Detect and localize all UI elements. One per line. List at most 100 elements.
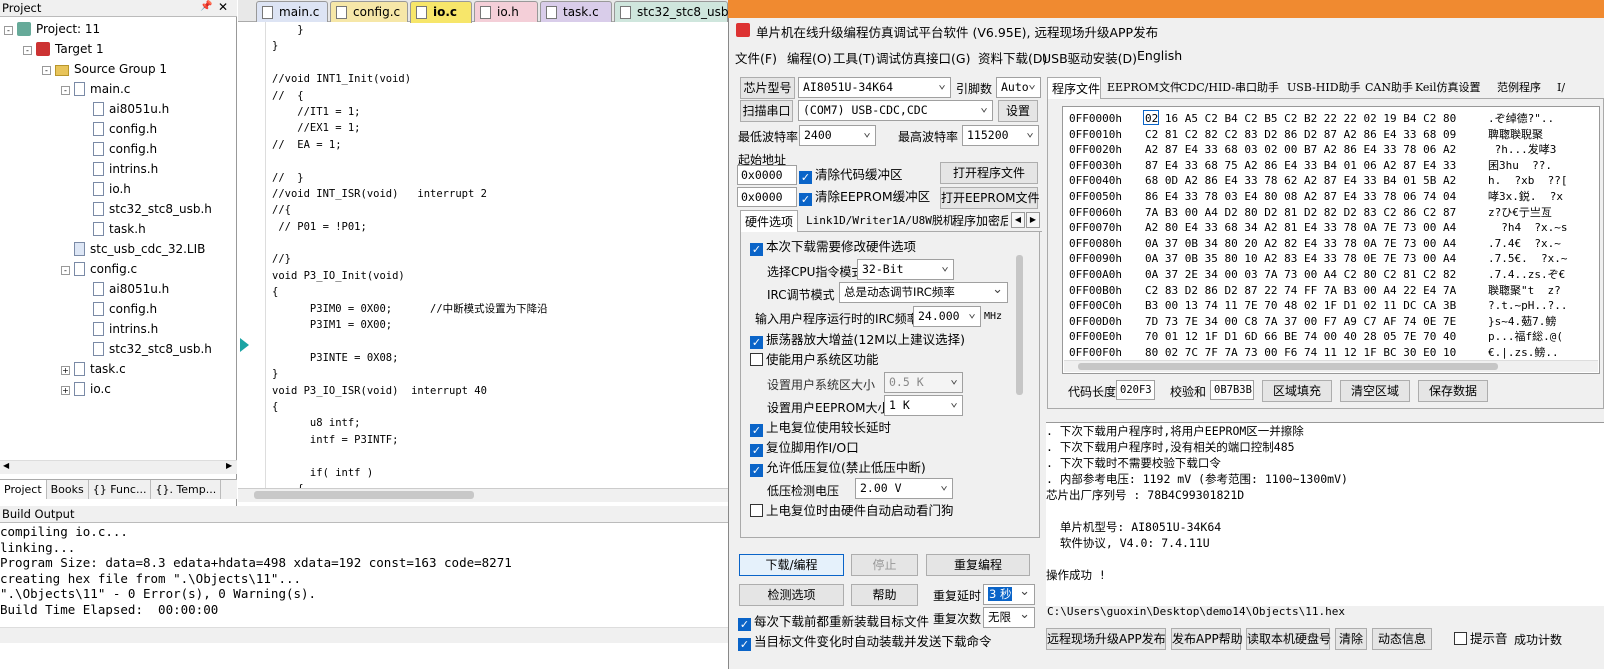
panel-tab[interactable]: Project <box>0 480 47 499</box>
right-tab[interactable]: Keil仿真设置 <box>1411 77 1491 99</box>
right-tab[interactable]: CAN助手 <box>1361 77 1413 99</box>
user-sys-checkbox[interactable]: 使能用户系统区功能 <box>750 352 879 368</box>
editor-tab[interactable]: main.c <box>256 1 328 22</box>
tree-item[interactable]: - Project: 11 <box>4 19 236 39</box>
tree-item[interactable]: config.h <box>4 119 236 139</box>
right-tab[interactable]: 程序文件 <box>1047 77 1101 99</box>
bottom-button[interactable]: 清除 <box>1335 628 1367 650</box>
bottom-button[interactable]: 动态信息 <box>1372 628 1432 650</box>
tab-scroll-left-icon[interactable]: ◀ <box>1011 212 1025 228</box>
osc-gain-checkbox[interactable]: ✓ 振荡器放大增益(12M以上建议选择) <box>750 332 965 349</box>
reprogram-button[interactable]: 重复编程 <box>926 554 1030 576</box>
check-options-button[interactable]: 检测选项 <box>739 584 844 606</box>
long-reset-checkbox[interactable]: ✓ 上电复位使用较长延时 <box>750 420 891 437</box>
editor-tab[interactable]: stc32_stc8_usb.h <box>614 1 740 22</box>
save-data-button[interactable]: 保存数据 <box>1418 380 1488 402</box>
start-address-input-1[interactable]: 0x0000 <box>737 165 797 185</box>
low-volt-select[interactable]: 2.00 V <box>855 478 953 499</box>
editor-hscroll[interactable] <box>238 488 728 502</box>
watchdog-checkbox[interactable]: 上电复位时由硬件自动启动看门狗 <box>750 503 954 519</box>
tree-item[interactable]: config.h <box>4 299 236 319</box>
stop-button[interactable]: 停止 <box>851 554 918 576</box>
panel-tab[interactable]: {}. Temp... <box>151 480 222 499</box>
tree-item[interactable]: config.h <box>4 139 236 159</box>
editor-tab[interactable]: io.c <box>410 1 472 23</box>
tree-item[interactable]: intrins.h <box>4 159 236 179</box>
open-program-file-button[interactable]: 打开程序文件 <box>940 162 1038 184</box>
chip-type-select[interactable]: AI8051U-34K64 <box>798 77 951 98</box>
repeat-count-select[interactable]: 无限 <box>983 607 1035 628</box>
start-address-input-2[interactable]: 0x0000 <box>737 187 797 207</box>
low-volt-reset-checkbox[interactable]: ✓ 允许低压复位(禁止低压中断) <box>750 460 926 477</box>
open-eeprom-file-button[interactable]: 打开EEPROM文件 <box>940 187 1040 209</box>
tree-item[interactable]: io.h <box>4 179 236 199</box>
right-tab[interactable]: I/ <box>1553 77 1573 99</box>
menu-item[interactable]: 调试仿真接口(G) <box>876 48 970 67</box>
chip-type-button[interactable]: 芯片型号 <box>740 77 795 99</box>
close-icon[interactable]: ✕ <box>218 0 228 14</box>
menu-item[interactable]: 文件(F) <box>735 48 777 67</box>
pin-count-select[interactable]: Auto <box>996 77 1041 98</box>
menu-item[interactable]: 资料下载(D) <box>978 48 1047 67</box>
editor-tab[interactable]: config.c <box>330 1 408 22</box>
menu-item[interactable]: English <box>1137 48 1182 63</box>
tree-toggle-icon[interactable]: + <box>61 386 70 395</box>
irc-freq-select[interactable]: 24.000 <box>913 306 981 327</box>
tab-encryption[interactable]: 程序加密后 <box>948 210 1008 232</box>
tip-sound-checkbox[interactable]: 提示音 <box>1454 631 1508 647</box>
tree-toggle-icon[interactable]: - <box>42 66 51 75</box>
bottom-button[interactable]: 读取本机硬盘号 <box>1246 628 1331 650</box>
right-tab[interactable]: CDC/HID-串口助手 <box>1175 77 1281 99</box>
reset-io-checkbox[interactable]: ✓ 复位脚用作I/O口 <box>750 440 859 457</box>
tree-toggle-icon[interactable]: + <box>61 366 70 375</box>
menu-item[interactable]: 工具(T) <box>833 48 875 67</box>
tab-hardware-options[interactable]: 硬件选项 <box>740 210 799 232</box>
cpu-mode-select[interactable]: 32-Bit <box>857 259 954 280</box>
editor-tab[interactable]: task.c <box>540 1 612 22</box>
options-scrollbar[interactable] <box>1016 255 1023 395</box>
tree-item[interactable]: intrins.h <box>4 319 236 339</box>
scan-port-button[interactable]: 扫描串口 <box>740 100 793 122</box>
tree-toggle-icon[interactable]: - <box>61 266 70 275</box>
clear-code-buffer-checkbox[interactable]: ✓ 清除代码缓冲区 <box>799 167 903 184</box>
user-sys-size-select[interactable]: 0.5 K <box>884 372 963 393</box>
tree-item[interactable]: stc32_stc8_usb.h <box>4 199 236 219</box>
min-baud-select[interactable]: 2400 <box>799 125 876 146</box>
tree-toggle-icon[interactable]: - <box>4 26 13 35</box>
max-baud-select[interactable]: 115200 <box>962 125 1039 146</box>
tree-toggle-icon[interactable]: - <box>23 46 32 55</box>
tree-item[interactable]: task.h <box>4 219 236 239</box>
tab-offline-writer[interactable]: Link1D/Writer1A/U8W脱机 <box>802 210 958 232</box>
code-area[interactable]: }}//void INT1_Init(void)// { //IT1 = 1; … <box>272 22 728 488</box>
help-button[interactable]: 帮助 <box>851 584 918 606</box>
right-tab[interactable]: 范例程序 <box>1493 77 1551 99</box>
reload-before-checkbox[interactable]: ✓ 每次下载前都重新装载目标文件 <box>738 614 929 631</box>
tree-toggle-icon[interactable]: - <box>61 86 70 95</box>
settings-button[interactable]: 设置 <box>998 100 1038 122</box>
right-tab[interactable]: EEPROM文件 <box>1103 77 1181 99</box>
download-button[interactable]: 下载/编程 <box>739 554 844 576</box>
build-hscroll[interactable] <box>0 627 728 643</box>
menu-item[interactable]: USB驱动安装(D) <box>1042 48 1137 67</box>
clear-eeprom-buffer-checkbox[interactable]: ✓ 清除EEPROM缓冲区 <box>799 189 930 206</box>
editor-tab[interactable]: io.h <box>474 1 538 22</box>
clear-region-button[interactable]: 清空区域 <box>1340 380 1410 402</box>
panel-tab[interactable]: Books <box>47 480 89 499</box>
right-tab[interactable]: USB-HID助手 <box>1283 77 1361 99</box>
bottom-button[interactable]: 发布APP帮助 <box>1171 628 1243 650</box>
tree-item[interactable]: ai8051u.h <box>4 279 236 299</box>
port-select[interactable]: (COM7) USB-CDC,CDC <box>798 100 993 121</box>
tree-item[interactable]: + io.c <box>4 379 236 399</box>
panel-tab[interactable]: {} Func... <box>89 480 152 499</box>
pin-icon[interactable]: 📌 <box>200 1 212 12</box>
tree-item[interactable]: - main.c <box>4 79 236 99</box>
user-eeprom-select[interactable]: 1 K <box>884 395 963 416</box>
tree-item[interactable]: ai8051u.h <box>4 99 236 119</box>
hex-view[interactable]: 0FF0000h 02 16 A5 C2 B4 C2 B5 C2 B2 22 22… <box>1062 106 1600 374</box>
tree-item[interactable]: stc32_stc8_usb.h <box>4 339 236 359</box>
auto-reload-checkbox[interactable]: ✓ 当目标文件变化时自动装载并发送下载命令 <box>738 634 992 651</box>
tree-hscroll[interactable]: ◀ ▶ <box>0 460 237 474</box>
irc-mode-select[interactable]: 总是动态调节IRC频率 <box>839 282 1008 303</box>
menu-item[interactable]: 编程(O) <box>787 48 832 67</box>
fill-region-button[interactable]: 区域填充 <box>1262 380 1332 402</box>
